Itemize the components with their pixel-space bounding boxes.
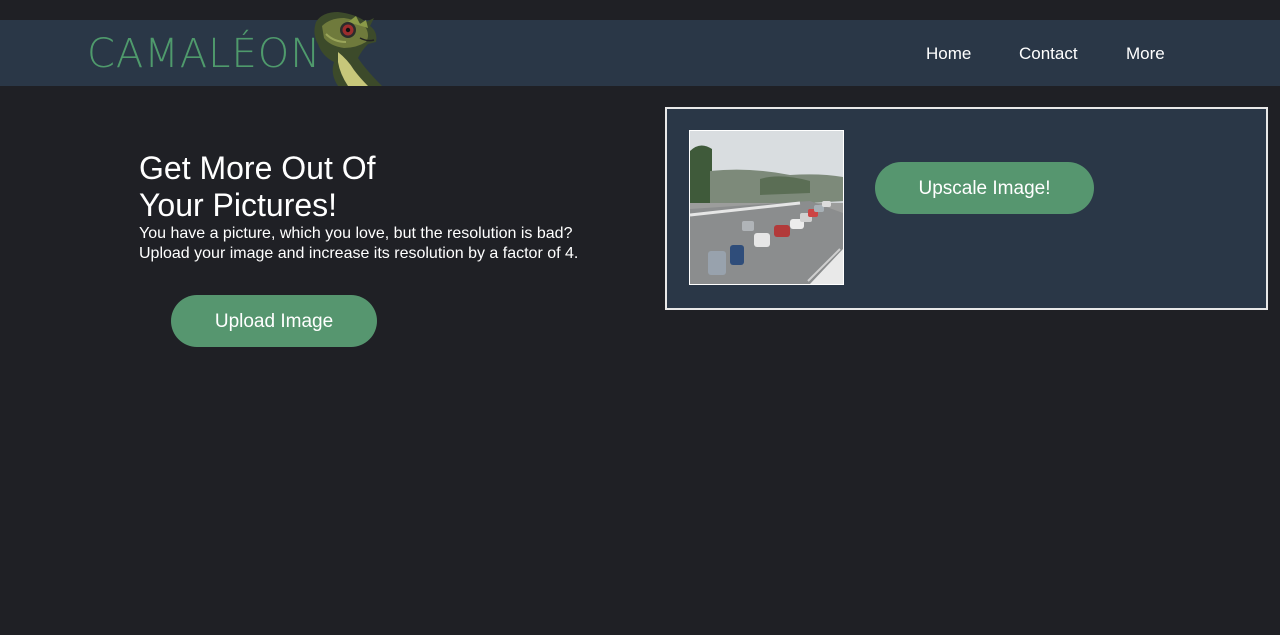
description-line-2: Upload your image and increase its resol… <box>139 245 579 262</box>
nav-contact-link[interactable]: Contact <box>1019 44 1078 64</box>
parking-lot-photo <box>690 131 843 284</box>
upscale-image-button[interactable]: Upscale Image! <box>875 162 1094 214</box>
uploaded-image-thumbnail <box>689 130 844 285</box>
headline-line-1: Get More Out Of <box>139 150 376 186</box>
hero-headline: Get More Out Of Your Pictures! <box>139 150 559 224</box>
description-line-1: You have a picture, which you love, but … <box>139 225 573 242</box>
logo-text[interactable]: CAMALÉON <box>87 30 321 78</box>
chameleon-logo-icon <box>314 12 382 86</box>
hero-description: You have a picture, which you love, but … <box>139 224 639 264</box>
nav-home-link[interactable]: Home <box>926 44 971 64</box>
headline-line-2: Your Pictures! <box>139 187 338 223</box>
upload-image-button[interactable]: Upload Image <box>171 295 377 347</box>
nav-more-link[interactable]: More <box>1126 44 1165 64</box>
